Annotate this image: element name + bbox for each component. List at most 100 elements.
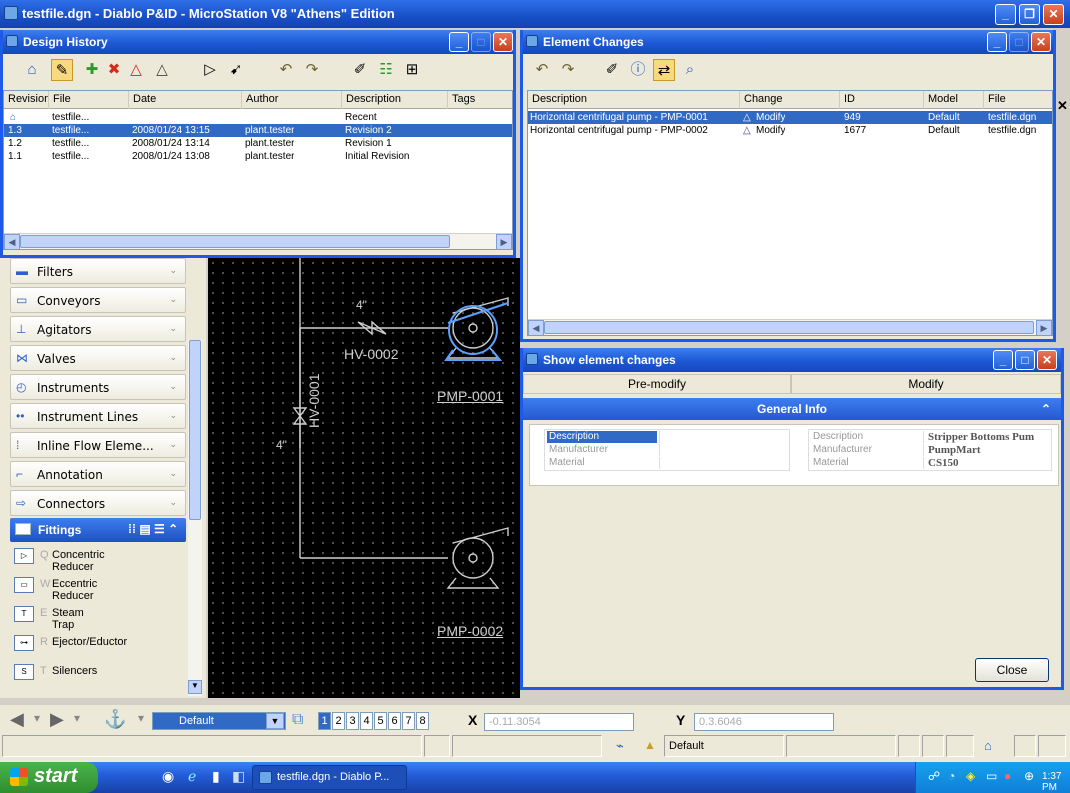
snap-icon[interactable]: ⌁: [616, 738, 624, 754]
fittings-header[interactable]: Fittings ⁞⁞ ▤ ☰ ⌃: [10, 518, 186, 542]
element-changes-titlebar[interactable]: Element Changes _ □ ✕: [523, 30, 1053, 54]
level-dropdown-icon[interactable]: ▾: [138, 711, 144, 725]
delta-icon[interactable]: △: [125, 59, 147, 81]
edit-icon[interactable]: ✐: [349, 59, 371, 81]
view-button-5[interactable]: 5: [374, 712, 387, 730]
expand-chevron-icon[interactable]: ⌄: [169, 265, 177, 276]
expand-chevron-icon[interactable]: ⌄: [169, 497, 177, 508]
delete-revision-icon[interactable]: ✖: [103, 59, 125, 81]
back-dropdown-icon[interactable]: ▾: [34, 711, 40, 725]
element-changes-hscroll[interactable]: ◀ ▶: [528, 319, 1052, 335]
close-x-icon[interactable]: ✕: [1057, 98, 1068, 114]
table-row[interactable]: 1.3 testfile... 2008/01/24 13:15 plant.test…: [4, 124, 512, 137]
expand-chevron-icon[interactable]: ⌄: [169, 381, 177, 392]
col-description[interactable]: Description: [342, 91, 448, 109]
history-icon[interactable]: ⌂: [21, 59, 43, 81]
microstation-quicklaunch-icon[interactable]: ◧: [232, 768, 245, 785]
hscroll-thumb[interactable]: [20, 235, 450, 248]
pointer-icon[interactable]: ➹: [225, 59, 247, 81]
icon-view-icon[interactable]: ⁞⁞ ▤ ☰ ⌃: [128, 522, 178, 536]
undo-icon[interactable]: ↶: [275, 59, 297, 81]
view-button-4[interactable]: 4: [360, 712, 373, 730]
properties-icon[interactable]: ⊞: [401, 59, 423, 81]
sc-close-button[interactable]: ✕: [1037, 350, 1057, 370]
sc-minimize-button[interactable]: _: [993, 350, 1013, 370]
volume-icon[interactable]: ◔: [948, 769, 955, 783]
col-revision[interactable]: Revision: [4, 91, 49, 109]
design-history-titlebar[interactable]: Design History _ □ ✕: [3, 30, 513, 54]
delta-alt-icon[interactable]: △: [151, 59, 173, 81]
edit-icon[interactable]: ✐: [601, 59, 623, 81]
expand-chevron-icon[interactable]: ⌄: [169, 323, 177, 334]
forward-icon[interactable]: ▶: [50, 709, 64, 730]
scroll-down-icon[interactable]: ▼: [188, 680, 202, 694]
expand-chevron-icon[interactable]: ⌄: [169, 410, 177, 421]
palette-group-7[interactable]: ⌐ Annotation ⌄: [10, 461, 186, 487]
hscroll-thumb[interactable]: [544, 321, 1034, 334]
revision-list-hscroll[interactable]: ◀ ▶: [4, 233, 512, 249]
palette-group-3[interactable]: ⋈ Valves ⌄: [10, 345, 186, 371]
level-icon[interactable]: ⚓: [104, 709, 126, 730]
view-button-6[interactable]: 6: [388, 712, 401, 730]
security-icon[interactable]: ●: [1004, 769, 1011, 783]
restore-button[interactable]: ❐: [1019, 4, 1040, 25]
table-row[interactable]: Horizontal centrifugal pump - PMP-0001 Mo…: [528, 111, 1052, 124]
palette-group-2[interactable]: ⊥ Agitators ⌄: [10, 316, 186, 342]
col-id[interactable]: ID: [840, 91, 924, 109]
y-coordinate-field[interactable]: 0.3.6046: [694, 713, 834, 731]
forward-dropdown-icon[interactable]: ▾: [74, 711, 80, 725]
info-icon[interactable]: ⓘ: [627, 59, 649, 81]
col-date[interactable]: Date: [129, 91, 242, 109]
view-button-8[interactable]: 8: [416, 712, 429, 730]
scroll-left-icon[interactable]: ◀: [4, 234, 20, 249]
view-button-2[interactable]: 2: [332, 712, 345, 730]
table-row[interactable]: testfile... Recent ⌂: [4, 111, 512, 124]
ec-minimize-button[interactable]: _: [987, 32, 1007, 52]
select-icon[interactable]: ▷: [199, 59, 221, 81]
expand-chevron-icon[interactable]: ⌄: [169, 439, 177, 450]
shield-icon[interactable]: ◈: [966, 769, 975, 783]
col-model[interactable]: Model: [924, 91, 984, 109]
ec-close-button[interactable]: ✕: [1031, 32, 1051, 52]
table-row[interactable]: Horizontal centrifugal pump - PMP-0002 Mo…: [528, 124, 1052, 137]
app-tray-icon[interactable]: ⊕: [1024, 769, 1034, 783]
app-quicklaunch-icon[interactable]: ▮: [212, 768, 220, 785]
main-title-bar[interactable]: testfile.dgn - Diablo P&ID - MicroStatio…: [0, 0, 1070, 28]
palette-group-1[interactable]: ▭ Conveyors ⌄: [10, 287, 186, 313]
col-file[interactable]: File: [49, 91, 129, 109]
view-button-7[interactable]: 7: [402, 712, 415, 730]
element-changes-list[interactable]: Description Change ID Model File Horizon…: [527, 90, 1053, 336]
show-changes-titlebar[interactable]: Show element changes _ □ ✕: [523, 348, 1061, 372]
ie-icon[interactable]: ℯ: [188, 768, 196, 785]
undo-icon[interactable]: ↶: [531, 59, 553, 81]
redo-icon[interactable]: ↷: [301, 59, 323, 81]
add-revision-icon[interactable]: ✚: [81, 59, 103, 81]
general-info-header[interactable]: General Info ⌃: [523, 398, 1061, 420]
palette-group-0[interactable]: ▬ Filters ⌄: [10, 258, 186, 284]
level-select-arrow-icon[interactable]: ▼: [266, 713, 284, 729]
view-button-3[interactable]: 3: [346, 712, 359, 730]
expand-chevron-icon[interactable]: ⌄: [169, 352, 177, 363]
zoom-icon[interactable]: ⌕: [679, 59, 701, 81]
back-icon[interactable]: ◀: [10, 709, 24, 730]
list-icon[interactable]: ☷: [375, 59, 397, 81]
quicklaunch-icon[interactable]: ◉: [162, 768, 174, 785]
col-tags[interactable]: Tags: [448, 91, 512, 109]
monitor-icon[interactable]: ▭: [986, 769, 997, 783]
scroll-right-icon[interactable]: ▶: [496, 234, 512, 249]
collapse-icon[interactable]: ⌃: [1041, 398, 1051, 420]
palette-group-4[interactable]: ◴ Instruments ⌄: [10, 374, 186, 400]
palette-group-5[interactable]: •• Instrument Lines ⌄: [10, 403, 186, 429]
table-row[interactable]: 1.2 testfile... 2008/01/24 13:14 plant.test…: [4, 137, 512, 150]
expand-chevron-icon[interactable]: ⌄: [169, 294, 177, 305]
x-coordinate-field[interactable]: -0.11.3054: [484, 713, 634, 731]
palette-group-8[interactable]: ⇨ Connectors ⌄: [10, 490, 186, 516]
col-description[interactable]: Description: [528, 91, 740, 109]
close-button[interactable]: Close: [975, 658, 1049, 682]
palette-scrollbar[interactable]: ▼: [188, 340, 202, 696]
palette-group-6[interactable]: ⁞ Inline Flow Eleme... ⌄: [10, 432, 186, 458]
sc-maximize-button[interactable]: □: [1015, 350, 1035, 370]
pen-icon[interactable]: ✎: [51, 59, 73, 81]
taskbar-item[interactable]: testfile.dgn - Diablo P...: [252, 765, 407, 790]
col-change[interactable]: Change: [740, 91, 840, 109]
